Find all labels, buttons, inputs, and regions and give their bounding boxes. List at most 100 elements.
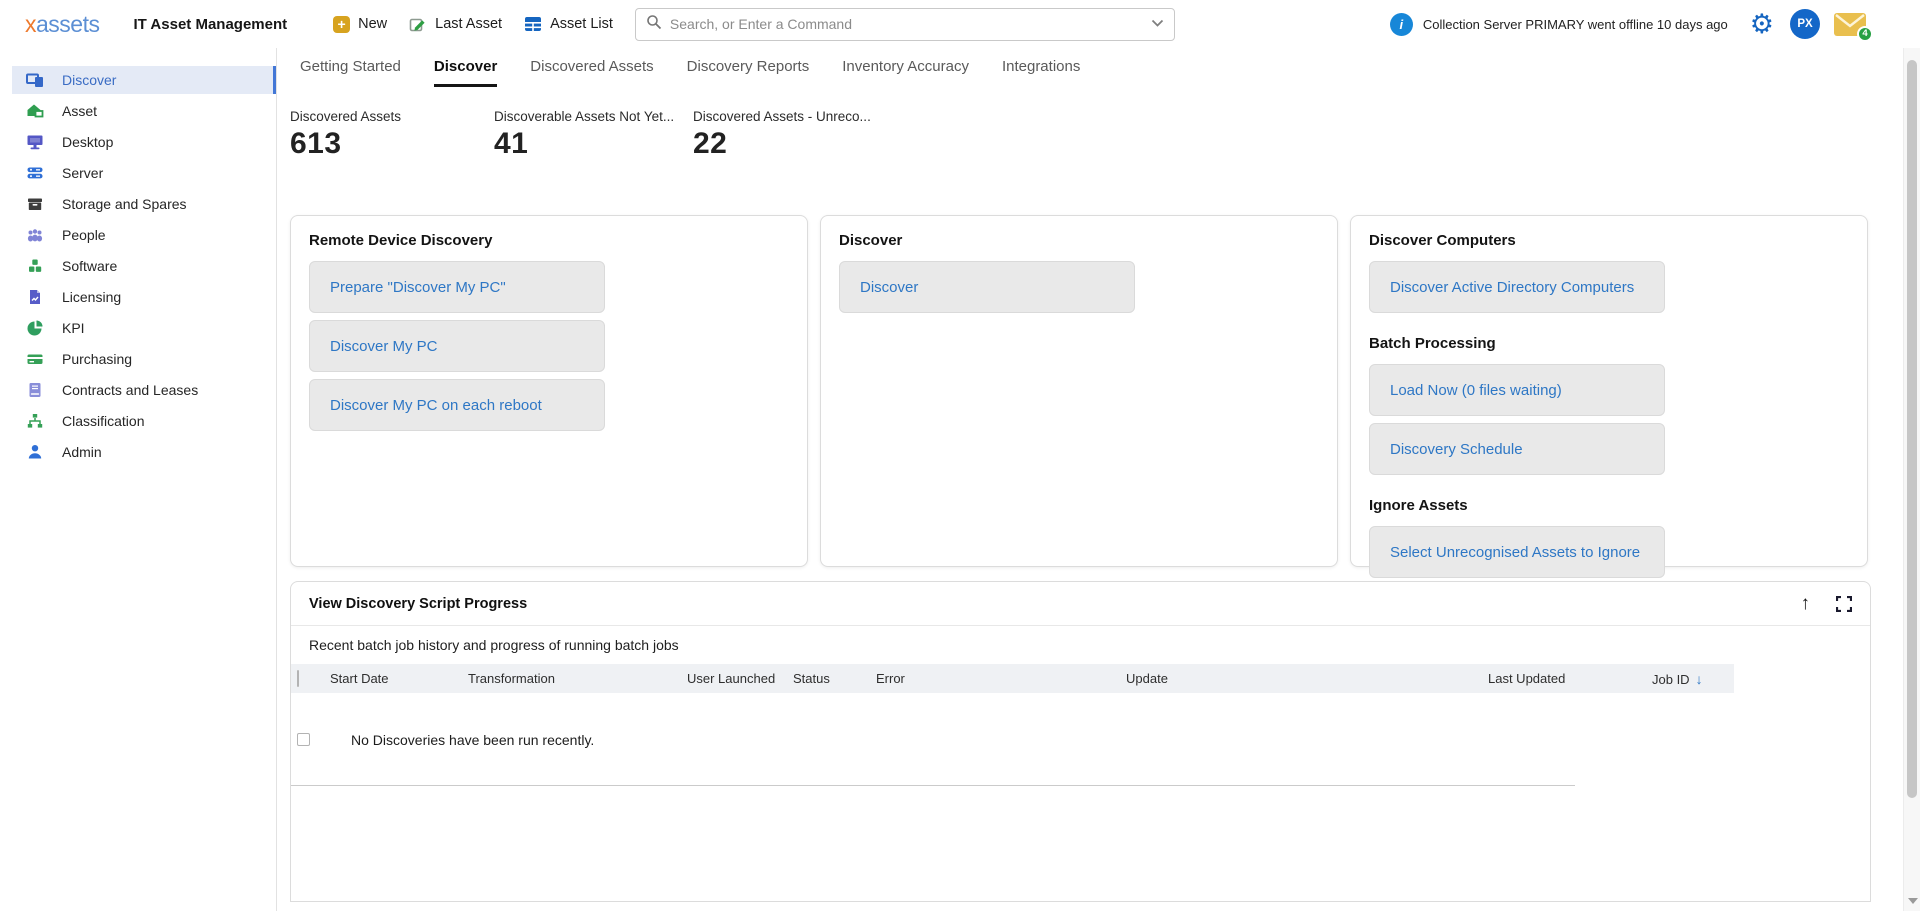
column-last-updated[interactable]: Last Updated	[1488, 671, 1652, 686]
row-checkbox[interactable]	[297, 733, 310, 746]
sidebar-item-label: Server	[62, 165, 103, 181]
sidebar-item-people[interactable]: People	[12, 221, 276, 249]
column-update[interactable]: Update	[1126, 671, 1488, 686]
load-now-button[interactable]: Load Now (0 files waiting)	[1369, 364, 1665, 416]
discover-button[interactable]: Discover	[839, 261, 1135, 313]
select-all-checkbox[interactable]	[297, 670, 299, 687]
discover-my-pc-reboot-button[interactable]: Discover My PC on each reboot	[309, 379, 605, 431]
stat-discoverable-not-yet: Discoverable Assets Not Yet... 41	[494, 109, 693, 171]
scrollbar-thumb[interactable]	[1907, 60, 1917, 798]
info-icon[interactable]: i	[1390, 13, 1413, 36]
stat-value: 613	[290, 127, 494, 161]
search-input[interactable]	[670, 16, 1151, 32]
empty-table-message: No Discoveries have been run recently.	[351, 732, 594, 748]
sidebar-item-discover[interactable]: Discover	[12, 66, 276, 94]
select-unrecognised-button[interactable]: Select Unrecognised Assets to Ignore	[1369, 526, 1665, 578]
header-right-group: i Collection Server PRIMARY went offline…	[1390, 9, 1866, 39]
sidebar-item-label: KPI	[62, 320, 85, 336]
main-content: Getting Started Discover Discovered Asse…	[277, 48, 1896, 911]
people-icon	[26, 226, 44, 244]
card-remote-device-discovery: Remote Device Discovery Prepare "Discove…	[290, 215, 808, 567]
vertical-scrollbar[interactable]	[1903, 48, 1920, 911]
button-label: Select Unrecognised Assets to Ignore	[1390, 544, 1640, 561]
logo-rest: assets	[36, 11, 99, 37]
table-grid-icon	[524, 15, 542, 33]
sidebar-item-label: Contracts and Leases	[62, 382, 198, 398]
sidebar-item-label: Discover	[62, 72, 116, 88]
contracts-icon	[26, 381, 44, 399]
desktop-icon	[26, 133, 44, 151]
sidebar-item-label: Admin	[62, 444, 102, 460]
admin-icon	[26, 443, 44, 461]
sidebar-item-label: Desktop	[62, 134, 113, 150]
tab-bar: Getting Started Discover Discovered Asse…	[277, 48, 1896, 87]
sidebar-item-purchasing[interactable]: Purchasing	[12, 345, 276, 373]
chevron-down-icon[interactable]	[1151, 15, 1164, 33]
panel-title: View Discovery Script Progress	[309, 596, 527, 612]
sidebar-item-kpi[interactable]: KPI	[12, 314, 276, 342]
stats-row: Discovered Assets 613 Discoverable Asset…	[277, 109, 1896, 171]
button-label: Discover My PC on each reboot	[330, 397, 542, 414]
asset-list-label: Asset List	[550, 16, 613, 32]
up-arrow-icon[interactable]: ↑	[1801, 594, 1811, 613]
logo-x: x	[25, 11, 36, 37]
avatar[interactable]: PX	[1790, 9, 1820, 39]
column-status[interactable]: Status	[793, 671, 876, 686]
column-start-date[interactable]: Start Date	[330, 671, 468, 686]
header-actions: + New Last Asset Asset List	[333, 15, 613, 33]
mail-badge: 4	[1857, 26, 1873, 42]
sidebar-item-admin[interactable]: Admin	[12, 438, 276, 466]
button-label: Prepare "Discover My PC"	[330, 279, 506, 296]
discovery-progress-panel: View Discovery Script Progress ↑ Recent …	[290, 581, 1871, 902]
column-job-id[interactable]: Job ID↓	[1652, 671, 1734, 687]
tab-getting-started[interactable]: Getting Started	[300, 58, 401, 87]
tab-discovery-reports[interactable]: Discovery Reports	[687, 58, 810, 87]
search-icon	[646, 14, 662, 35]
tab-discover[interactable]: Discover	[434, 58, 497, 87]
fullscreen-icon[interactable]	[1836, 596, 1852, 612]
column-user-launched[interactable]: User Launched	[687, 671, 793, 686]
scrollbar-down-arrow-icon[interactable]	[1908, 898, 1918, 904]
sidebar-item-desktop[interactable]: Desktop	[12, 128, 276, 156]
select-all-checkbox-cell	[291, 671, 330, 686]
button-label: Discover	[860, 279, 918, 296]
discover-ad-computers-button[interactable]: Discover Active Directory Computers	[1369, 261, 1665, 313]
sidebar-item-label: Classification	[62, 413, 144, 429]
purchasing-icon	[26, 350, 44, 368]
command-search	[635, 8, 1175, 41]
new-button-label: New	[358, 16, 387, 32]
last-asset-button[interactable]: Last Asset	[409, 15, 502, 33]
column-transformation[interactable]: Transformation	[468, 671, 687, 686]
sidebar-item-label: People	[62, 227, 106, 243]
gear-icon[interactable]: ⚙	[1750, 11, 1774, 38]
sidebar-item-label: Asset	[62, 103, 97, 119]
column-error[interactable]: Error	[876, 671, 1126, 686]
sidebar-item-label: Software	[62, 258, 117, 274]
tab-integrations[interactable]: Integrations	[1002, 58, 1080, 87]
sidebar-item-contracts[interactable]: Contracts and Leases	[12, 376, 276, 404]
mail-icon[interactable]: 4	[1834, 13, 1866, 36]
xassets-logo[interactable]: xassets	[25, 11, 99, 38]
stat-value: 41	[494, 127, 693, 161]
tab-discovered-assets[interactable]: Discovered Assets	[530, 58, 653, 87]
panel-description: Recent batch job history and progress of…	[291, 626, 1870, 664]
discovery-schedule-button[interactable]: Discovery Schedule	[1369, 423, 1665, 475]
table-header-row: Start Date Transformation User Launched …	[291, 664, 1734, 693]
tab-inventory-accuracy[interactable]: Inventory Accuracy	[842, 58, 969, 87]
sidebar-item-software[interactable]: Software	[12, 252, 276, 280]
new-button[interactable]: + New	[333, 16, 387, 33]
sidebar-item-server[interactable]: Server	[12, 159, 276, 187]
prepare-discover-my-pc-button[interactable]: Prepare "Discover My PC"	[309, 261, 605, 313]
software-icon	[26, 257, 44, 275]
sidebar-item-licensing[interactable]: Licensing	[12, 283, 276, 311]
sidebar-item-label: Purchasing	[62, 351, 132, 367]
card-discover: Discover Discover	[820, 215, 1338, 567]
sidebar-item-storage[interactable]: Storage and Spares	[12, 190, 276, 218]
storage-icon	[26, 195, 44, 213]
asset-list-button[interactable]: Asset List	[524, 15, 613, 33]
discover-my-pc-button[interactable]: Discover My PC	[309, 320, 605, 372]
licensing-icon	[26, 288, 44, 306]
sidebar-item-classification[interactable]: Classification	[12, 407, 276, 435]
stat-discovered-assets: Discovered Assets 613	[290, 109, 494, 171]
sidebar-item-asset[interactable]: Asset	[12, 97, 276, 125]
